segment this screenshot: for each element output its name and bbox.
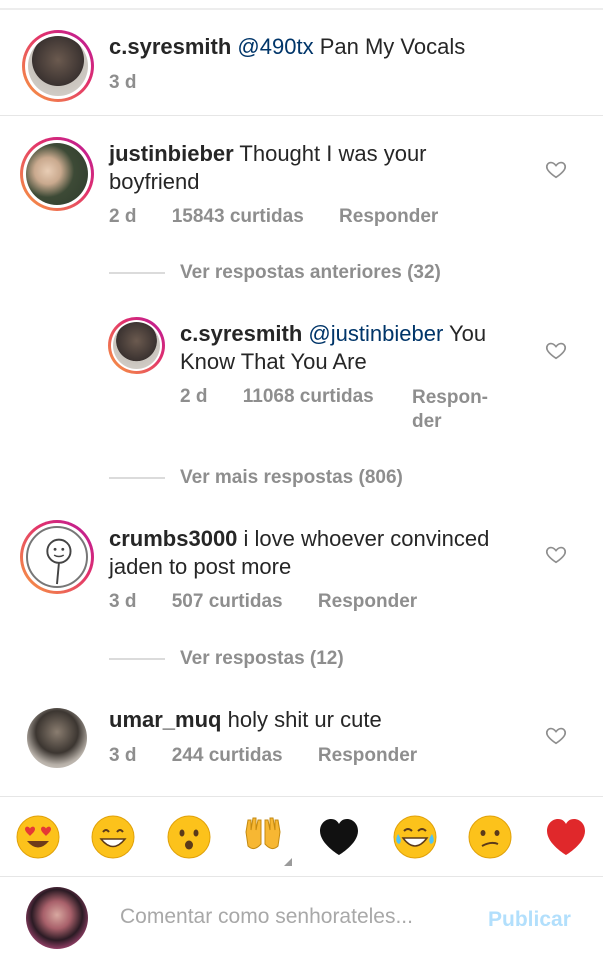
- reply-meta: 2 d 11068 curtidas: [180, 386, 404, 408]
- comment-text: umar_muq holy shit ur cute: [109, 706, 529, 734]
- comment-username[interactable]: umar_muq: [109, 707, 221, 732]
- comment-body: holy shit ur cute: [227, 707, 382, 732]
- comment-body: Thought I was your: [239, 141, 427, 166]
- replies-line: [109, 477, 165, 479]
- reply-likes[interactable]: 11068 curtidas: [243, 386, 374, 407]
- comment-time: 2 d: [109, 206, 137, 227]
- reply-body: You: [449, 321, 487, 346]
- emoji-bar: [0, 797, 603, 875]
- reply-username[interactable]: c.syresmith: [180, 321, 302, 346]
- emoji-more-caret-icon[interactable]: [284, 858, 292, 866]
- reply-button[interactable]: Responder: [318, 745, 417, 766]
- heart-icon[interactable]: [545, 724, 567, 746]
- comment-body-line2: jaden to post more: [109, 554, 292, 579]
- heart-icon[interactable]: [545, 158, 567, 180]
- caption-avatar[interactable]: [22, 30, 94, 102]
- comment-avatar-umar-muq[interactable]: [27, 708, 87, 768]
- comment-text: justinbieber Thought I was your boyfrien…: [109, 140, 529, 196]
- hushed-emoji-icon[interactable]: [166, 814, 212, 860]
- top-divider: [0, 8, 603, 10]
- publish-button[interactable]: Publicar: [488, 908, 571, 932]
- replies-line: [109, 272, 165, 274]
- comment-username[interactable]: crumbs3000: [109, 526, 237, 551]
- heart-icon[interactable]: [545, 339, 567, 361]
- reply-body-line2: Know That You Are: [180, 349, 367, 374]
- reply-time: 2 d: [180, 386, 208, 407]
- grinning-emoji-icon[interactable]: [90, 814, 136, 860]
- reply-avatar-csyresmith[interactable]: [108, 317, 165, 374]
- comment-meta: 3 d 507 curtidas Responder: [109, 591, 447, 613]
- comment-meta: 3 d 244 curtidas Responder: [109, 745, 447, 767]
- heart-eyes-emoji-icon[interactable]: [15, 814, 61, 860]
- raising-hands-emoji-icon[interactable]: [240, 814, 286, 860]
- comment-text: crumbs3000 i love whoever convinced jade…: [109, 525, 529, 581]
- comment-avatar-crumbs3000[interactable]: [20, 520, 94, 594]
- black-heart-emoji-icon[interactable]: [316, 814, 362, 860]
- reply-button[interactable]: Respon- der: [412, 386, 488, 434]
- reply-button[interactable]: Responder: [339, 206, 438, 227]
- comment-time: 3 d: [109, 745, 137, 766]
- view-more-replies[interactable]: Ver mais respostas (806): [180, 467, 403, 489]
- caption-time: 3 d: [109, 72, 137, 93]
- comment-input[interactable]: Comentar como senhorateles...: [120, 905, 413, 929]
- heart-icon[interactable]: [545, 543, 567, 565]
- comment-likes[interactable]: 507 curtidas: [172, 591, 283, 612]
- comment-likes[interactable]: 15843 curtidas: [172, 206, 304, 227]
- current-user-avatar: [26, 887, 88, 949]
- divider: [0, 115, 603, 116]
- caption-body: Pan My Vocals: [319, 34, 466, 59]
- caption-username[interactable]: c.syresmith: [109, 34, 231, 59]
- red-heart-emoji-icon[interactable]: [543, 814, 589, 860]
- reply-button-line1: Respon-: [412, 387, 488, 408]
- comment-likes[interactable]: 244 curtidas: [172, 745, 283, 766]
- reply-text: c.syresmith @justinbieber You Know That …: [180, 320, 530, 376]
- comment-composer: Comentar como senhorateles... Publicar: [0, 876, 603, 960]
- comment-time: 3 d: [109, 591, 137, 612]
- reply-button[interactable]: Responder: [318, 591, 417, 612]
- view-replies[interactable]: Ver respostas (12): [180, 648, 344, 670]
- comment-body: i love whoever convinced: [243, 526, 490, 551]
- doodle-icon: [46, 538, 72, 585]
- comment-body-line2: boyfriend: [109, 169, 200, 194]
- comment-meta: 2 d 15843 curtidas Responder: [109, 206, 468, 228]
- tears-of-joy-emoji-icon[interactable]: [392, 814, 438, 860]
- comment-username[interactable]: justinbieber: [109, 141, 234, 166]
- confused-emoji-icon[interactable]: [467, 814, 513, 860]
- view-previous-replies[interactable]: Ver respostas anteriores (32): [180, 262, 441, 284]
- replies-line: [109, 658, 165, 660]
- caption-meta: 3 d: [109, 72, 166, 94]
- reply-button-line2: der: [412, 411, 442, 432]
- caption-text: c.syresmith @490tx Pan My Vocals: [109, 33, 579, 61]
- reply-mention[interactable]: @justinbieber: [308, 321, 443, 346]
- comment-avatar-justinbieber[interactable]: [20, 137, 94, 211]
- caption-mention[interactable]: @490tx: [237, 34, 313, 59]
